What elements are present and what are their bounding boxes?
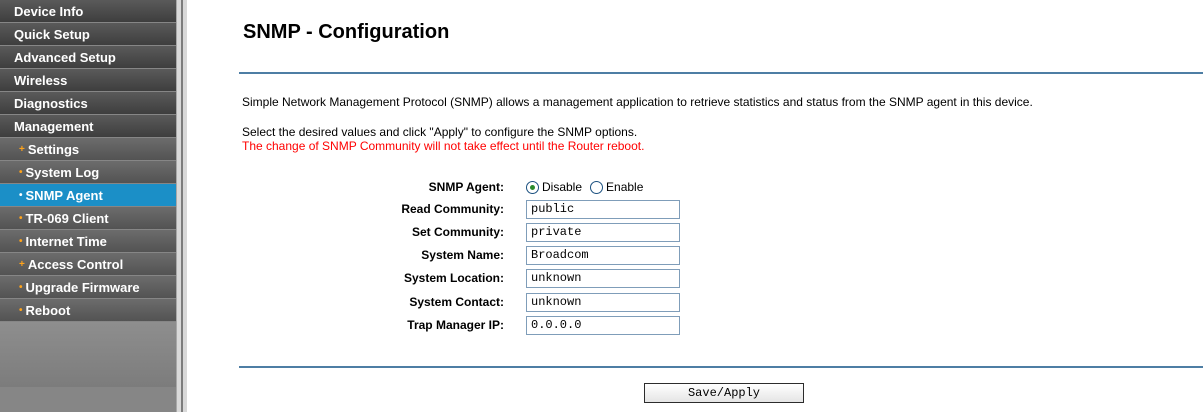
plus-icon: +	[19, 143, 25, 155]
system-location-input[interactable]	[526, 268, 680, 288]
plus-icon: +	[19, 258, 25, 270]
sidebar-item-access-control[interactable]: + Access Control	[0, 253, 176, 275]
snmp-agent-row: SNMP Agent: Disable Enable	[337, 177, 817, 197]
radio-unchecked-icon[interactable]	[590, 180, 604, 194]
read-community-label: Read Community:	[401, 202, 504, 216]
system-location-row: System Location:	[337, 268, 817, 288]
trap-manager-ip-input[interactable]	[526, 315, 680, 335]
page-title: SNMP - Configuration	[243, 21, 450, 43]
sidebar-item-management[interactable]: Management	[0, 115, 176, 137]
bullet-icon: •	[19, 212, 23, 224]
system-name-row: System Name:	[337, 245, 817, 265]
radio-disable-label: Disable	[542, 180, 583, 194]
system-name-input[interactable]	[526, 245, 680, 265]
divider-bottom	[239, 366, 1203, 368]
bullet-icon: •	[19, 235, 23, 247]
sidebar-item-internet-time[interactable]: • Internet Time	[0, 230, 176, 252]
sidebar-item-label: Upgrade Firmware	[25, 279, 140, 295]
set-community-label: Set Community:	[411, 225, 504, 239]
sidebar: Device Info Quick Setup Advanced Setup W…	[0, 0, 176, 412]
sidebar-menu: Device Info Quick Setup Advanced Setup W…	[0, 0, 176, 321]
frame-divider	[176, 0, 187, 412]
trap-manager-ip-label: Trap Manager IP:	[407, 318, 504, 332]
system-contact-row: System Contact:	[337, 292, 817, 312]
sidebar-item-label: Quick Setup	[14, 26, 90, 42]
read-community-input[interactable]	[526, 199, 680, 219]
instruction-text: Select the desired values and click "App…	[242, 125, 638, 139]
sidebar-item-label: TR-069 Client	[25, 210, 109, 226]
sidebar-item-device-info[interactable]: Device Info	[0, 0, 176, 22]
sidebar-item-settings[interactable]: + Settings	[0, 138, 176, 160]
sidebar-item-label: Advanced Setup	[14, 49, 116, 65]
bullet-icon: •	[19, 281, 23, 293]
sidebar-item-label: Access Control	[27, 256, 124, 272]
sidebar-item-advanced-setup[interactable]: Advanced Setup	[0, 46, 176, 68]
sidebar-item-snmp-agent[interactable]: • SNMP Agent	[0, 184, 176, 206]
snmp-agent-label: SNMP Agent:	[428, 180, 504, 194]
trap-manager-ip-row: Trap Manager IP:	[337, 315, 817, 335]
description-text: Simple Network Management Protocol (SNMP…	[242, 95, 1033, 109]
sidebar-item-label: Reboot	[25, 302, 71, 318]
system-name-label: System Name:	[421, 248, 504, 262]
radio-enable-label: Enable	[606, 180, 644, 194]
set-community-input[interactable]	[526, 222, 680, 242]
sidebar-filler	[0, 322, 176, 387]
set-community-row: Set Community:	[337, 222, 817, 242]
bullet-icon: •	[19, 166, 23, 178]
sidebar-item-label: Diagnostics	[14, 95, 88, 111]
sidebar-item-upgrade-firmware[interactable]: • Upgrade Firmware	[0, 276, 176, 298]
read-community-row: Read Community:	[337, 199, 817, 219]
main-content: SNMP - Configuration Simple Network Mana…	[187, 0, 1203, 412]
bullet-icon: •	[19, 189, 23, 201]
save-apply-button[interactable]: Save/Apply	[644, 383, 804, 403]
sidebar-item-label: System Log	[25, 164, 100, 180]
system-location-label: System Location:	[403, 271, 504, 285]
radio-enable[interactable]: Enable	[590, 180, 643, 194]
sidebar-item-quick-setup[interactable]: Quick Setup	[0, 23, 176, 45]
sidebar-item-tr069-client[interactable]: • TR-069 Client	[0, 207, 176, 229]
sidebar-item-wireless[interactable]: Wireless	[0, 69, 176, 91]
divider-top	[239, 72, 1203, 74]
bullet-icon: •	[19, 304, 23, 316]
snmp-agent-radio-group: Disable Enable	[526, 180, 651, 194]
warning-text: The change of SNMP Community will not ta…	[242, 139, 645, 153]
sidebar-item-diagnostics[interactable]: Diagnostics	[0, 92, 176, 114]
radio-disable[interactable]: Disable	[526, 180, 582, 194]
sidebar-item-label: Device Info	[14, 3, 84, 19]
radio-checked-icon[interactable]	[526, 180, 539, 194]
sidebar-item-system-log[interactable]: • System Log	[0, 161, 176, 183]
sidebar-item-label: Wireless	[14, 72, 68, 88]
sidebar-item-reboot[interactable]: • Reboot	[0, 299, 176, 321]
system-contact-label: System Contact:	[409, 295, 504, 309]
sidebar-item-label: Settings	[27, 141, 80, 157]
system-contact-input[interactable]	[526, 292, 680, 312]
sidebar-item-label: SNMP Agent	[25, 187, 103, 203]
sidebar-item-label: Management	[14, 118, 94, 134]
sidebar-item-label: Internet Time	[25, 233, 107, 249]
